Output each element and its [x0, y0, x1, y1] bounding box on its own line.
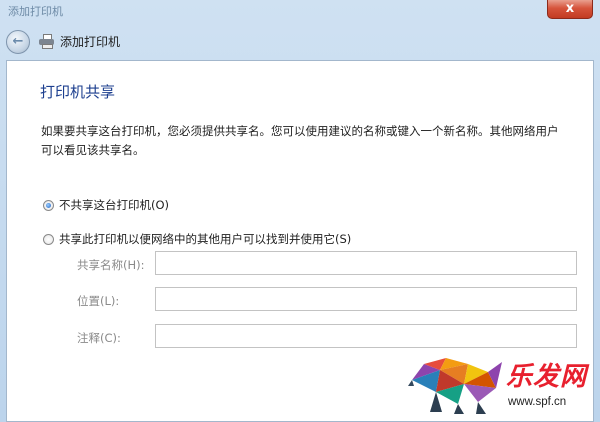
printer-icon [39, 34, 54, 49]
comment-input[interactable] [155, 324, 577, 348]
close-icon: x [565, 1, 575, 16]
location-label: 位置(L): [77, 294, 120, 308]
radio-no-share[interactable] [43, 199, 54, 211]
bull-logo-icon [408, 358, 502, 414]
share-label: 共享此打印机以便网络中的其他用户可以找到并使用它(S) [59, 232, 352, 246]
location-input[interactable] [155, 287, 577, 311]
no-share-label: 不共享这台打印机(O) [59, 198, 170, 212]
page-description: 如果要共享这台打印机，您必须提供共享名。您可以使用建议的名称或键入一个新名称。其… [41, 124, 559, 157]
share-option[interactable]: 共享此打印机以便网络中的其他用户可以找到并使用它(S) [43, 231, 351, 247]
comment-label: 注释(C): [77, 331, 121, 345]
page-heading: 打印机共享 [40, 83, 116, 101]
share-name-input[interactable] [155, 251, 577, 275]
back-button[interactable]: ← [6, 30, 30, 54]
close-button[interactable]: x [547, 0, 593, 19]
wizard-nav-bar: ← 添加打印机 [0, 24, 600, 58]
site-watermark: 乐发网 www.spf.cn [406, 352, 596, 418]
window-title: 添加打印机 [8, 5, 63, 18]
back-arrow-icon: ← [12, 34, 24, 49]
add-printer-window: 添加打印机 x ← 添加打印机 打印机共享 如果要共享这台打印机，您必须提供共享… [0, 0, 600, 422]
radio-share[interactable] [43, 233, 54, 245]
wizard-title: 添加打印机 [60, 35, 121, 49]
title-bar: 添加打印机 x [0, 0, 600, 20]
watermark-url: www.spf.cn [508, 396, 567, 408]
watermark-logo-text: 乐发网 [506, 362, 588, 392]
share-name-label: 共享名称(H): [77, 258, 145, 272]
no-share-option[interactable]: 不共享这台打印机(O) [43, 197, 169, 213]
